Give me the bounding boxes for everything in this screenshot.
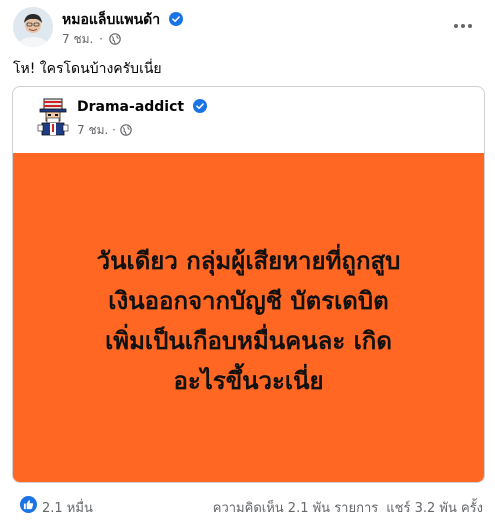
verified-badge-icon [169, 12, 184, 26]
post-header: หมอแล็บแพนด้า 7 ชม. · [0, 0, 495, 52]
shared-post-meta: 7 ชม. · [77, 121, 132, 140]
post-headline: วันเดียว กลุ่มผู้เสียหายที่ถูกสูบ เงินออ… [34, 241, 464, 401]
globe-icon [109, 33, 121, 45]
reaction-count[interactable]: 2.1 หมื่น [42, 497, 93, 518]
uncle-sam-avatar-image [33, 97, 73, 137]
shared-post-card[interactable]: Drama-addict 7 ชม. · วันเดียว กลุ่มผู้เส… [12, 86, 485, 483]
more-horizontal-icon [454, 24, 472, 28]
post-time[interactable]: 7 ชม. [62, 32, 93, 46]
more-options-button[interactable] [449, 16, 477, 36]
globe-icon [120, 124, 132, 136]
headline-line: อะไรขึ้นวะเนี่ย [173, 367, 324, 395]
comment-count[interactable]: ความคิดเห็น 2.1 พัน รายการ [213, 501, 378, 516]
author-avatar-image [13, 7, 53, 47]
author-avatar[interactable] [13, 7, 53, 47]
facebook-post: หมอแล็บแพนด้า 7 ชม. · โห! ใครโดนบ้างครับ [0, 0, 495, 523]
thumbs-up-icon [23, 500, 34, 510]
shared-post-time[interactable]: 7 ชม. [77, 123, 108, 137]
post-caption: โห! ใครโดนบ้างครับเนี่ย [13, 61, 162, 77]
engagement-stats: ความคิดเห็น 2.1 พัน รายการ แชร์ 3.2 พัน ค… [213, 497, 483, 518]
post-footer: 2.1 หมื่น ความคิดเห็น 2.1 พัน รายการ แชร์… [0, 490, 495, 520]
meta-separator: · [99, 32, 103, 46]
share-count[interactable]: แชร์ 3.2 พัน ครั้ง [386, 501, 483, 516]
author-name-row: หมอแล็บแพนด้า [62, 9, 184, 31]
shared-author-avatar[interactable] [33, 97, 73, 137]
meta-separator: · [112, 123, 116, 137]
shared-author-name-row: Drama-addict [77, 99, 207, 115]
text-background-post[interactable]: วันเดียว กลุ่มผู้เสียหายที่ถูกสูบ เงินออ… [13, 153, 484, 482]
post-meta: 7 ชม. · [62, 30, 121, 49]
headline-line: เพิ่มเป็นเกือบหมื่นคนละ เกิด [105, 327, 392, 355]
like-icon[interactable] [20, 496, 37, 513]
headline-line: เงินออกจากบัญชี บัตรเดบิต [108, 287, 389, 315]
verified-badge-icon [192, 99, 207, 113]
author-name[interactable]: หมอแล็บแพนด้า [62, 12, 160, 28]
headline-line: วันเดียว กลุ่มผู้เสียหายที่ถูกสูบ [96, 247, 401, 275]
shared-author-name[interactable]: Drama-addict [77, 99, 184, 115]
